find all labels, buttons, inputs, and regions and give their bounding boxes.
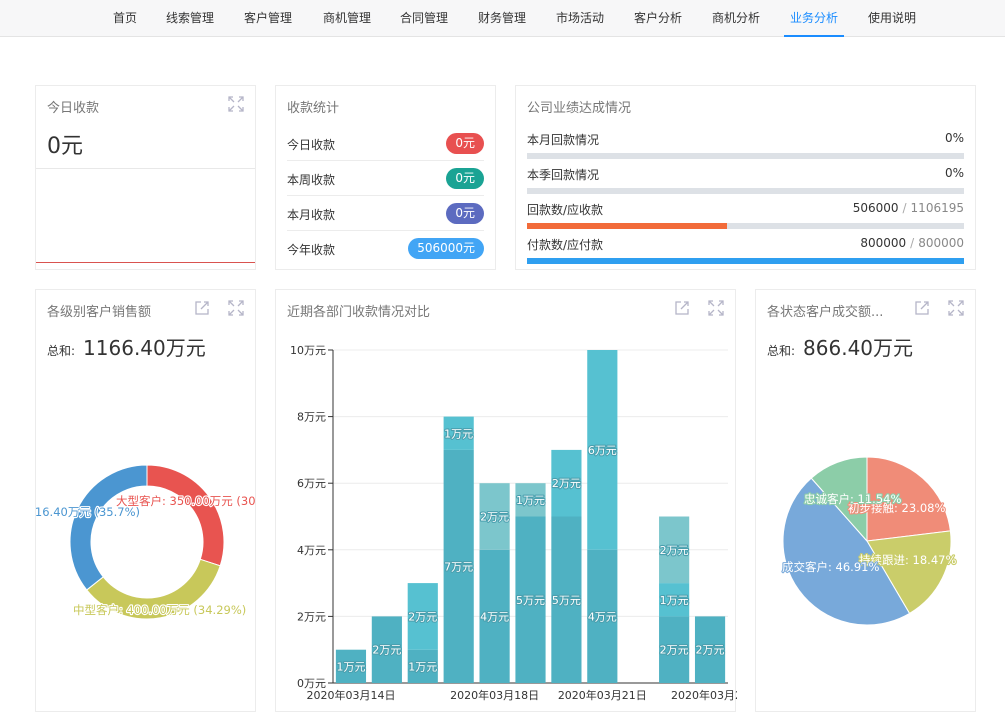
nav-item-customer-analysis[interactable]: 客户分析 bbox=[634, 0, 682, 37]
stat-row-today: 今日收款 0元 bbox=[287, 126, 484, 161]
perf-value: 506000/1106195 bbox=[852, 201, 964, 215]
nav-item-marketing[interactable]: 市场活动 bbox=[556, 0, 604, 37]
nav-item-contracts[interactable]: 合同管理 bbox=[400, 0, 448, 37]
perf-value-total: 1106195 bbox=[910, 201, 964, 215]
y-tick-label: 2万元 bbox=[297, 610, 326, 623]
perf-label: 付款数/应付款 bbox=[527, 238, 604, 252]
y-tick-label: 6万元 bbox=[297, 477, 326, 490]
status-deal-pie-chart: 初步接触: 23.08%持续跟进: 18.47%成交客户: 46.91%忠诚客户… bbox=[781, 456, 958, 626]
progress-track bbox=[527, 153, 964, 159]
bar-data-label: 1万元 bbox=[660, 594, 689, 607]
perf-value-current: 506000 bbox=[852, 201, 899, 215]
progress-track bbox=[527, 258, 964, 264]
perf-value: 800000/800000 bbox=[860, 236, 964, 250]
stat-label: 本周收款 bbox=[287, 173, 336, 187]
bar-data-label: 2万元 bbox=[696, 644, 725, 657]
stat-label: 今年收款 bbox=[287, 243, 336, 257]
stat-badge: 506000元 bbox=[408, 238, 484, 259]
nav-item-customers[interactable]: 客户管理 bbox=[244, 0, 292, 37]
nav-item-home[interactable]: 首页 bbox=[113, 0, 137, 37]
dept-compare-bar-chart: 0万元2万元4万元6万元8万元10万元1万元2万元1万元2万元7万元1万元4万元… bbox=[290, 344, 737, 702]
perf-row-quarter: 本季回款情况 0% bbox=[527, 166, 964, 201]
stat-label: 本月收款 bbox=[287, 208, 336, 222]
stat-row-week: 本周收款 0元 bbox=[287, 161, 484, 196]
stat-row-year: 今年收款 506000元 bbox=[287, 231, 484, 266]
progress-fill bbox=[527, 223, 727, 229]
bar-data-label: 5万元 bbox=[516, 594, 545, 607]
bar-data-label: 1万元 bbox=[516, 494, 545, 507]
bar-data-label: 2万元 bbox=[660, 644, 689, 657]
perf-label: 本月回款情况 bbox=[527, 133, 600, 147]
perf-label: 回款数/应收款 bbox=[527, 203, 604, 217]
today-receipt-amount: 0元 bbox=[47, 134, 83, 159]
expand-icon[interactable] bbox=[227, 95, 245, 113]
perf-row-received: 回款数/应收款 506000/1106195 bbox=[527, 201, 964, 236]
bar-data-label: 2万元 bbox=[660, 544, 689, 557]
x-tick-label: 2020年03月21日 bbox=[558, 688, 647, 702]
perf-label: 本季回款情况 bbox=[527, 168, 600, 182]
dept-compare-card: 近期各部门收款情况对比 0万元 2万元 4万元 6万元 8万元 10万元 1万元 2万元 1万元… bbox=[275, 289, 737, 712]
receipt-stats-title: 收款统计 bbox=[287, 101, 340, 116]
today-receipt-card: 今日收款 0元 bbox=[35, 85, 256, 270]
pie-label: 成交客户: 46.91% bbox=[782, 560, 879, 574]
nav-item-help[interactable]: 使用说明 bbox=[868, 0, 916, 37]
nav-item-opportunities[interactable]: 商机管理 bbox=[323, 0, 371, 37]
level-sales-card: 各级别客户销售额 总和: 1166.40万元 大型客户: 350.00万元 (30… bbox=[35, 289, 256, 712]
stat-label: 今日收款 bbox=[287, 138, 336, 152]
donut-slice bbox=[146, 464, 225, 567]
perf-row-paid: 付款数/应付款 800000/800000 bbox=[527, 236, 964, 271]
bar-data-label: 5万元 bbox=[552, 594, 581, 607]
stat-badge: 0元 bbox=[446, 203, 484, 224]
perf-value-total: 800000 bbox=[918, 236, 964, 250]
x-tick-label: 2020年03月24 bbox=[671, 688, 737, 702]
receipt-stats-card: 收款统计 今日收款 0元 本周收款 0元 本月收款 0元 今年收款 506000… bbox=[275, 85, 496, 270]
bar-data-label: 1万元 bbox=[408, 660, 437, 673]
today-receipt-title: 今日收款 bbox=[47, 101, 100, 116]
donut-label: 中型客户: 400.00万元 (34.29%) bbox=[73, 603, 246, 617]
progress-fill bbox=[527, 258, 964, 264]
stat-badge: 0元 bbox=[446, 168, 484, 189]
nav-item-opportunity-analysis[interactable]: 商机分析 bbox=[712, 0, 760, 37]
bar-data-label: 2万元 bbox=[552, 477, 581, 490]
stat-badge: 0元 bbox=[446, 133, 484, 154]
performance-title: 公司业绩达成情况 bbox=[527, 101, 632, 116]
level-sales-donut-chart: 大型客户: 350.00万元 (30中型客户: 400.00万元 (34.29%… bbox=[36, 464, 255, 620]
bar-data-label: 4万元 bbox=[480, 610, 509, 623]
status-deal-card: 各状态客户成交额... 总和: 866.40万元 初步接触: 23.08% 持续跟进… bbox=[755, 289, 976, 712]
bar-data-label: 4万元 bbox=[588, 610, 617, 623]
bar-data-label: 1万元 bbox=[444, 427, 473, 440]
perf-row-month: 本月回款情况 0% bbox=[527, 131, 964, 166]
donut-slice bbox=[69, 464, 148, 591]
pie-label: 忠诚客户: 11.54% bbox=[804, 492, 901, 506]
progress-track bbox=[527, 223, 964, 229]
nav-item-leads[interactable]: 线索管理 bbox=[166, 0, 214, 37]
bar-data-label: 7万元 bbox=[444, 560, 473, 573]
performance-card: 公司业绩达成情况 本月回款情况 0% 本季回款情况 0% 回款数/应收款 506… bbox=[515, 85, 976, 270]
bar-data-label: 2万元 bbox=[408, 610, 437, 623]
perf-value-current: 800000 bbox=[860, 236, 907, 250]
y-tick-label: 8万元 bbox=[297, 411, 326, 424]
bar-data-label: 6万元 bbox=[588, 444, 617, 457]
donut-label: 户: 416.40万元 (35.7%) bbox=[36, 505, 140, 519]
progress-track bbox=[527, 188, 964, 194]
today-trend-line bbox=[36, 262, 255, 263]
x-tick-label: 2020年03月18日 bbox=[450, 688, 539, 702]
nav-item-business-analysis[interactable]: 业务分析 bbox=[783, 0, 845, 37]
x-tick-label: 2020年03月14日 bbox=[306, 688, 395, 702]
y-tick-label: 10万元 bbox=[290, 344, 326, 357]
nav-item-finance[interactable]: 财务管理 bbox=[478, 0, 526, 37]
stat-row-month: 本月收款 0元 bbox=[287, 196, 484, 231]
bar-data-label: 1万元 bbox=[336, 660, 365, 673]
bar-data-label: 2万元 bbox=[480, 511, 509, 524]
bar-data-label: 2万元 bbox=[372, 644, 401, 657]
y-tick-label: 4万元 bbox=[297, 544, 326, 557]
divider bbox=[36, 168, 255, 169]
perf-value: 0% bbox=[944, 166, 964, 180]
top-nav: 首页 线索管理 客户管理 商机管理 合同管理 财务管理 市场活动 客户分析 商机… bbox=[0, 0, 1005, 37]
perf-value: 0% bbox=[944, 131, 964, 145]
